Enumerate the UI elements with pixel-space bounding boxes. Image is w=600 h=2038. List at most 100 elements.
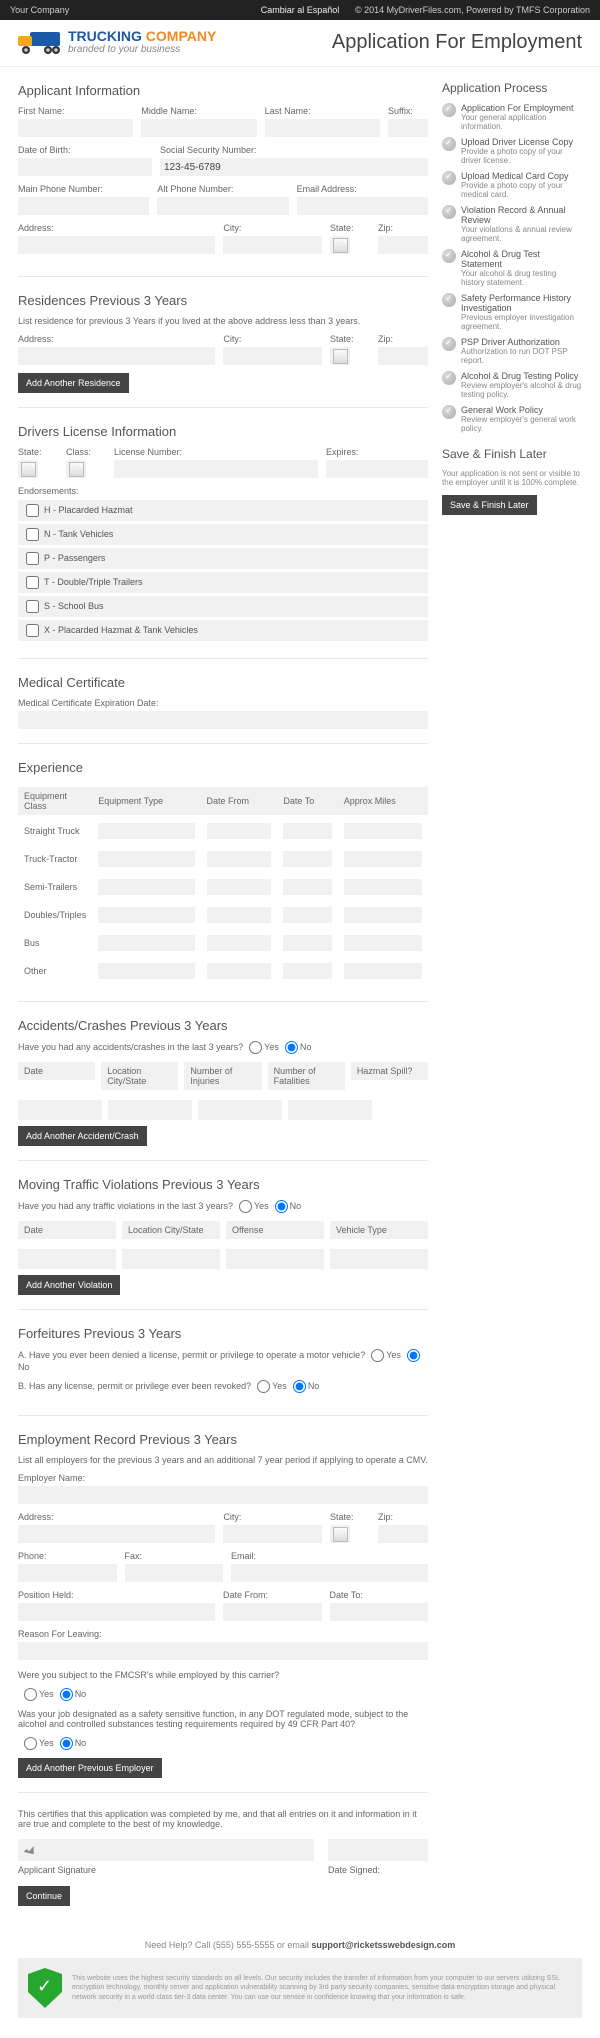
support-email-link[interactable]: support@ricketsswebdesign.com <box>311 1940 455 1950</box>
exp-cell-input[interactable] <box>344 907 422 923</box>
exp-cell-input[interactable] <box>98 851 194 867</box>
process-item[interactable]: Upload Driver License CopyProvide a phot… <box>442 137 582 165</box>
accidents-no-radio[interactable] <box>285 1041 298 1054</box>
res-state-select[interactable] <box>330 347 350 365</box>
res-zip-input[interactable] <box>378 347 428 365</box>
emp-from-input[interactable] <box>223 1603 322 1621</box>
add-residence-button[interactable]: Add Another Residence <box>18 373 129 393</box>
process-item[interactable]: Alcohol & Drug Testing PolicyReview empl… <box>442 371 582 399</box>
dob-input[interactable] <box>18 158 152 176</box>
emp-phone-input[interactable] <box>18 1564 117 1582</box>
violations-no-radio[interactable] <box>275 1200 288 1213</box>
emp-to-input[interactable] <box>330 1603 429 1621</box>
exp-cell-input[interactable] <box>344 851 422 867</box>
add-employer-button[interactable]: Add Another Previous Employer <box>18 1758 162 1778</box>
first-name-input[interactable] <box>18 119 133 137</box>
forfeit-b-yes-radio[interactable] <box>257 1380 270 1393</box>
process-item[interactable]: Violation Record & Annual ReviewYour vio… <box>442 205 582 243</box>
endorsement-checkbox[interactable] <box>26 528 39 541</box>
violations-yes-radio[interactable] <box>239 1200 252 1213</box>
endorsement-item[interactable]: S - School Bus <box>18 596 428 617</box>
res-city-input[interactable] <box>223 347 322 365</box>
endorsement-item[interactable]: P - Passengers <box>18 548 428 569</box>
forfeit-b-no-radio[interactable] <box>293 1380 306 1393</box>
lic-state-select[interactable] <box>18 460 38 478</box>
city-input[interactable] <box>223 236 322 254</box>
exp-cell-input[interactable] <box>283 879 331 895</box>
lic-number-input[interactable] <box>114 460 318 478</box>
emp-zip-input[interactable] <box>378 1525 428 1543</box>
middle-name-input[interactable] <box>141 119 256 137</box>
exp-cell-input[interactable] <box>98 823 194 839</box>
exp-cell-input[interactable] <box>207 879 272 895</box>
signature-input[interactable] <box>18 1839 314 1861</box>
forfeit-a-yes-radio[interactable] <box>371 1349 384 1362</box>
forfeit-a-no-radio[interactable] <box>407 1349 420 1362</box>
emp-position-input[interactable] <box>18 1603 215 1621</box>
email-input[interactable] <box>297 197 428 215</box>
emp-reason-input[interactable] <box>18 1642 428 1660</box>
emp-email-input[interactable] <box>231 1564 428 1582</box>
cell-input[interactable] <box>108 1100 192 1120</box>
zip-input[interactable] <box>378 236 428 254</box>
continue-button[interactable]: Continue <box>18 1886 70 1906</box>
exp-cell-input[interactable] <box>98 907 194 923</box>
endorsement-checkbox[interactable] <box>26 624 39 637</box>
cell-input[interactable] <box>122 1249 220 1269</box>
lic-class-select[interactable] <box>66 460 86 478</box>
emp-city-input[interactable] <box>223 1525 322 1543</box>
exp-cell-input[interactable] <box>344 879 422 895</box>
exp-cell-input[interactable] <box>283 851 331 867</box>
exp-cell-input[interactable] <box>207 963 272 979</box>
exp-cell-input[interactable] <box>207 935 272 951</box>
alt-phone-input[interactable] <box>157 197 288 215</box>
emp-q1-no-radio[interactable] <box>60 1688 73 1701</box>
cell-input[interactable] <box>18 1100 102 1120</box>
state-select[interactable] <box>330 236 350 254</box>
emp-q1-yes-radio[interactable] <box>24 1688 37 1701</box>
process-item[interactable]: Safety Performance History Investigation… <box>442 293 582 331</box>
cell-input[interactable] <box>198 1100 282 1120</box>
medical-date-input[interactable] <box>18 711 428 729</box>
exp-cell-input[interactable] <box>207 851 272 867</box>
exp-cell-input[interactable] <box>283 963 331 979</box>
lic-expires-input[interactable] <box>326 460 428 478</box>
emp-state-select[interactable] <box>330 1525 350 1543</box>
process-item[interactable]: Upload Medical Card CopyProvide a photo … <box>442 171 582 199</box>
endorsement-checkbox[interactable] <box>26 600 39 613</box>
main-phone-input[interactable] <box>18 197 149 215</box>
cell-input[interactable] <box>330 1249 428 1269</box>
exp-cell-input[interactable] <box>283 823 331 839</box>
add-violation-button[interactable]: Add Another Violation <box>18 1275 120 1295</box>
exp-cell-input[interactable] <box>98 963 194 979</box>
exp-cell-input[interactable] <box>344 823 422 839</box>
endorsement-item[interactable]: N - Tank Vehicles <box>18 524 428 545</box>
exp-cell-input[interactable] <box>344 963 422 979</box>
last-name-input[interactable] <box>265 119 380 137</box>
address-input[interactable] <box>18 236 215 254</box>
emp-q2-yes-radio[interactable] <box>24 1737 37 1750</box>
process-item[interactable]: Application For EmploymentYour general a… <box>442 103 582 131</box>
exp-cell-input[interactable] <box>283 907 331 923</box>
cell-input[interactable] <box>18 1249 116 1269</box>
add-accident-button[interactable]: Add Another Accident/Crash <box>18 1126 147 1146</box>
cell-input[interactable] <box>226 1249 324 1269</box>
exp-cell-input[interactable] <box>98 879 194 895</box>
process-item[interactable]: PSP Driver AuthorizationAuthorization to… <box>442 337 582 365</box>
res-address-input[interactable] <box>18 347 215 365</box>
exp-cell-input[interactable] <box>344 935 422 951</box>
language-link[interactable]: Cambiar al Español <box>261 0 340 20</box>
ssn-input[interactable] <box>160 158 428 176</box>
emp-q2-no-radio[interactable] <box>60 1737 73 1750</box>
endorsement-checkbox[interactable] <box>26 576 39 589</box>
exp-cell-input[interactable] <box>283 935 331 951</box>
emp-fax-input[interactable] <box>125 1564 224 1582</box>
process-item[interactable]: General Work PolicyReview employer's gen… <box>442 405 582 433</box>
emp-address-input[interactable] <box>18 1525 215 1543</box>
date-signed-input[interactable] <box>328 1839 428 1861</box>
process-item[interactable]: Alcohol & Drug Test StatementYour alcoho… <box>442 249 582 287</box>
cell-input[interactable] <box>288 1100 372 1120</box>
endorsement-item[interactable]: X - Placarded Hazmat & Tank Vehicles <box>18 620 428 641</box>
endorsement-checkbox[interactable] <box>26 552 39 565</box>
exp-cell-input[interactable] <box>207 823 272 839</box>
